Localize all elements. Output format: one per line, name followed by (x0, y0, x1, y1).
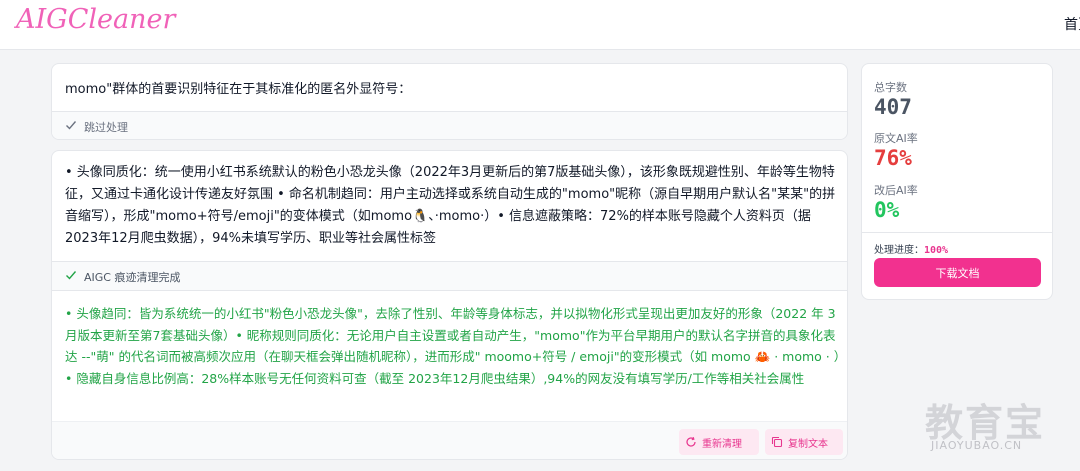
nav-home-link[interactable]: 首页 (1064, 14, 1080, 34)
copy-icon (771, 436, 783, 448)
watermark-url: JIAOYUBAO.CN (931, 439, 1023, 452)
copy-label: 复制文本 (788, 438, 828, 450)
progress-text: 处理进度：100% (874, 241, 948, 256)
orig-ai-value: 76% (874, 146, 912, 170)
new-ai-label: 改后AI率 (874, 184, 918, 197)
segment-card-2: • 头像同质化：统一使用小红书系统默认的粉色小恐龙头像（2022年3月更新后的第… (51, 150, 848, 460)
segment-card-1: momo"群体的首要识别特征在于其标准化的匿名外显符号： 跳过处理 (51, 63, 848, 140)
reclean-button[interactable]: 重新清理 (679, 429, 759, 455)
segment-status-bar: 跳过处理 (52, 111, 847, 139)
new-ai-value: 0% (874, 198, 900, 222)
orig-ai-label: 原文AI率 (874, 132, 918, 145)
logo[interactable]: AIGCleaner (16, 4, 175, 35)
segment-actions: 重新清理 复制文本 (52, 421, 847, 459)
reclean-label: 重新清理 (702, 438, 742, 450)
segment-status-label: AIGC 痕迹清理完成 (84, 271, 181, 284)
watermark: 教育宝 JIAOYUBAO.CN (917, 392, 1080, 462)
check-icon (66, 271, 77, 280)
stats-panel: 总字数 407 原文AI率 76% 改后AI率 0% 处理进度：100% 下载文… (861, 63, 1053, 300)
segment-original-text: momo"群体的首要识别特征在于其标准化的匿名外显符号： (65, 82, 412, 97)
segment-cleaned-text[interactable]: • 头像趋同：皆为系统统一的小红书"粉色小恐龙头像"，去除了性别、年龄等身体标志… (65, 303, 841, 389)
total-chars-label: 总字数 (874, 81, 907, 94)
segment-status-bar: AIGC 痕迹清理完成 (52, 261, 847, 291)
check-icon (66, 121, 77, 130)
top-bar: AIGCleaner 首页 (0, 0, 1080, 50)
divider (862, 232, 1052, 233)
progress-value: 100% (924, 245, 949, 256)
progress-label: 处理进度： (874, 245, 924, 256)
refresh-icon (686, 437, 696, 447)
copy-text-button[interactable]: 复制文本 (765, 429, 843, 455)
segment-status-label: 跳过处理 (84, 121, 128, 134)
total-chars-value: 407 (874, 95, 912, 119)
download-button[interactable]: 下载文档 (874, 258, 1041, 287)
segment-original-text: • 头像同质化：统一使用小红书系统默认的粉色小恐龙头像（2022年3月更新后的第… (65, 165, 836, 246)
